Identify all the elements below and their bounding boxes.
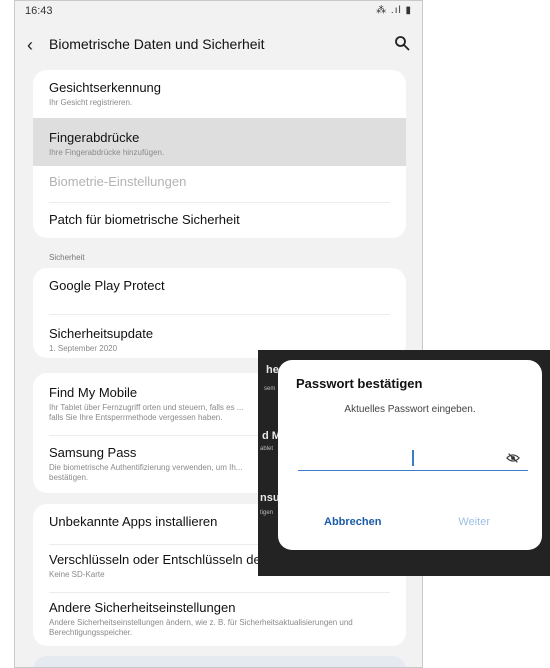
background-text-fragment: nsu bbox=[260, 492, 280, 504]
chevron-left-icon[interactable]: ‹ bbox=[27, 35, 33, 56]
background-text-fragment: ablet bbox=[260, 446, 274, 452]
background-text-fragment: sem bbox=[264, 386, 276, 392]
biometrics-settings-title: Biometrie-Einstellungen bbox=[49, 174, 187, 189]
dialog-subtitle: Aktuelles Passwort eingeben. bbox=[344, 404, 476, 415]
title-bar: ‹ Biometrische Daten und Sicherheit bbox=[15, 25, 422, 65]
fingerprints-item[interactable]: Fingerabdrücke Ihre Fingerabdrücke hinzu… bbox=[33, 118, 406, 166]
other-security-settings-item[interactable]: Andere Sicherheitseinstellungen Andere S… bbox=[33, 600, 406, 644]
section-label-security: Sicherheit bbox=[49, 253, 85, 262]
password-dialog-photo: her sem d M ablet nsu tigen Passwort bes… bbox=[258, 350, 550, 576]
password-dialog: Passwort bestätigen Aktuelles Passwort e… bbox=[278, 360, 542, 550]
divider bbox=[49, 202, 390, 203]
other-security-settings-title: Andere Sicherheitseinstellungen bbox=[49, 600, 236, 615]
status-icons: ⁂ .ıl ▮ bbox=[376, 5, 412, 16]
fingerprints-title: Fingerabdrücke bbox=[49, 130, 140, 145]
google-play-protect-title: Google Play Protect bbox=[49, 278, 165, 293]
status-time: 16:43 bbox=[25, 5, 53, 17]
dialog-title: Passwort bestätigen bbox=[296, 376, 423, 391]
next-button[interactable]: Weiter bbox=[458, 516, 490, 528]
find-my-mobile-subtitle: Ihr Tablet über Fernzugriff orten und st… bbox=[49, 403, 244, 422]
biometric-patch-item[interactable]: Patch für biometrische Sicherheit bbox=[33, 212, 406, 236]
search-icon[interactable] bbox=[394, 35, 410, 51]
face-recognition-item[interactable]: Gesichtserkennung Ihr Gesicht registrier… bbox=[33, 80, 406, 118]
security-update-title: Sicherheitsupdate bbox=[49, 326, 154, 341]
bottom-card bbox=[33, 656, 406, 667]
security-card: Google Play Protect Sicherheitsupdate 1.… bbox=[33, 268, 406, 358]
biometrics-settings-item: Biometrie-Einstellungen bbox=[33, 174, 406, 202]
google-play-protect-item[interactable]: Google Play Protect bbox=[33, 278, 406, 310]
background-text-fragment: tigen bbox=[260, 510, 274, 516]
text-caret bbox=[412, 450, 414, 466]
other-security-settings-subtitle: Andere Sicherheitseinstellungen ändern, … bbox=[49, 618, 353, 637]
find-my-mobile-title: Find My Mobile bbox=[49, 385, 138, 400]
biometric-patch-title: Patch für biometrische Sicherheit bbox=[49, 212, 240, 227]
status-bar: 16:43 ⁂ .ıl ▮ bbox=[15, 1, 422, 21]
divider bbox=[49, 592, 390, 593]
cancel-button[interactable]: Abbrechen bbox=[324, 516, 381, 528]
biometrics-card: Gesichtserkennung Ihr Gesicht registrier… bbox=[33, 70, 406, 238]
fingerprints-subtitle: Ihre Fingerabdrücke hinzufügen. bbox=[49, 148, 165, 157]
samsung-pass-subtitle: Die biometrische Authentifizierung verwe… bbox=[49, 463, 243, 482]
eye-off-icon[interactable] bbox=[506, 452, 520, 464]
face-recognition-title: Gesichtserkennung bbox=[49, 80, 162, 95]
face-recognition-subtitle: Ihr Gesicht registrieren. bbox=[49, 98, 133, 107]
page-title: Biometrische Daten und Sicherheit bbox=[49, 36, 265, 52]
samsung-pass-title: Samsung Pass bbox=[49, 445, 137, 460]
divider bbox=[49, 314, 390, 315]
